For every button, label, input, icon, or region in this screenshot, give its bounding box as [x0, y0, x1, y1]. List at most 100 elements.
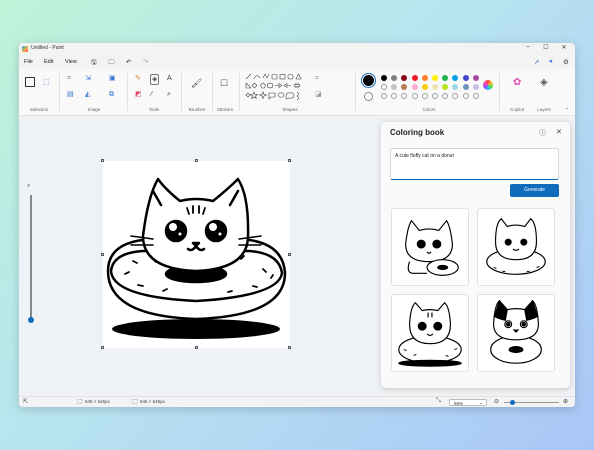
- color-swatch[interactable]: [432, 75, 438, 81]
- canvas-size: 646 × 646px: [85, 399, 110, 404]
- generate-button[interactable]: Generate: [510, 184, 559, 197]
- image-icon[interactable]: ▤: [67, 91, 74, 98]
- custom-color-slot[interactable]: [472, 93, 479, 99]
- color-swatch[interactable]: [462, 75, 469, 81]
- custom-color-slot[interactable]: [432, 93, 438, 99]
- magnifier-icon[interactable]: ⌕: [167, 91, 171, 98]
- custom-color-slot[interactable]: [411, 93, 418, 99]
- color-swatch[interactable]: [411, 75, 418, 81]
- resize-handle[interactable]: [101, 253, 104, 256]
- generated-image-1[interactable]: [391, 208, 469, 286]
- divider: [499, 73, 500, 111]
- color-swatch[interactable]: [462, 84, 469, 90]
- text-icon[interactable]: A: [167, 75, 172, 82]
- zoom-in-icon[interactable]: ⊕: [563, 398, 568, 405]
- generated-image-3[interactable]: [391, 294, 469, 372]
- maximize-icon[interactable]: ☐: [539, 44, 553, 51]
- custom-color-slot[interactable]: [442, 93, 449, 99]
- coloring-book-panel: Coloring book ⓘ ✕ A cute fluffy cat on a…: [381, 122, 570, 388]
- resize-handle[interactable]: [288, 159, 291, 162]
- color-swatch[interactable]: [452, 84, 459, 90]
- rectangle-select-icon[interactable]: [25, 77, 35, 87]
- color-swatch[interactable]: [442, 84, 449, 90]
- custom-color-slot[interactable]: [401, 93, 408, 99]
- color-swatch[interactable]: [391, 75, 398, 81]
- fit-to-window-icon[interactable]: ⤡: [436, 398, 441, 405]
- custom-color-slot[interactable]: [421, 93, 428, 99]
- resize-handle[interactable]: [195, 159, 198, 162]
- paint-icon: [22, 46, 28, 52]
- resize-handle[interactable]: [288, 253, 291, 256]
- color-swatch[interactable]: [381, 75, 387, 81]
- select-all-icon[interactable]: ⬚: [43, 79, 50, 86]
- custom-color-slot[interactable]: [452, 93, 459, 99]
- minimize-icon[interactable]: –: [521, 44, 535, 50]
- slider-thumb[interactable]: [28, 317, 34, 323]
- copilot-icon[interactable]: ✿: [513, 78, 521, 88]
- chevron-down-icon: ⌄: [478, 399, 483, 406]
- resize-handle[interactable]: [288, 346, 291, 349]
- resize-handle[interactable]: [195, 346, 198, 349]
- close-icon[interactable]: ✕: [556, 128, 562, 136]
- rotate-icon[interactable]: ◭: [85, 91, 90, 98]
- color-swatch[interactable]: [421, 75, 428, 81]
- edit-colors-icon[interactable]: [483, 80, 493, 90]
- account-icon[interactable]: ●: [549, 58, 553, 65]
- zoom-dropdown[interactable]: 69% ⌄: [449, 399, 487, 406]
- prompt-input[interactable]: A cute fluffy cat on a donut: [390, 148, 559, 180]
- color-swatch[interactable]: [432, 84, 438, 90]
- custom-color-slot[interactable]: [462, 93, 469, 99]
- generated-image-2[interactable]: [477, 208, 555, 286]
- color-picker-icon[interactable]: ⁄: [151, 91, 152, 98]
- pencil-icon[interactable]: ✎: [135, 75, 141, 82]
- open-icon[interactable]: 🗀: [108, 58, 115, 69]
- color-swatch[interactable]: [442, 75, 449, 81]
- color-swatch[interactable]: [381, 84, 387, 90]
- flip-icon[interactable]: ⧉: [109, 91, 114, 98]
- custom-color-slot[interactable]: [381, 93, 387, 99]
- drawing-canvas[interactable]: [103, 161, 290, 348]
- share-icon[interactable]: ➚: [534, 58, 539, 66]
- eraser-icon[interactable]: ◩: [135, 91, 142, 98]
- menu-edit[interactable]: Edit: [44, 59, 53, 65]
- resize-handle[interactable]: [101, 159, 104, 162]
- fill-icon[interactable]: ◈: [150, 74, 160, 85]
- color-swatch[interactable]: [421, 84, 428, 90]
- brush-icon[interactable]: 🖌: [191, 79, 202, 88]
- secondary-color[interactable]: [364, 92, 373, 101]
- shape-fill-icon[interactable]: ◪: [315, 91, 322, 98]
- crop-icon[interactable]: ⌗: [67, 75, 71, 82]
- close-icon[interactable]: ✕: [557, 44, 571, 51]
- shapes-gallery[interactable]: [245, 73, 309, 103]
- color-swatch[interactable]: [401, 75, 408, 81]
- color-swatch[interactable]: [472, 84, 479, 90]
- color-swatch[interactable]: [472, 75, 479, 81]
- sticker-icon[interactable]: ☐: [220, 79, 228, 88]
- layers-icon[interactable]: ◈: [540, 78, 548, 88]
- color-swatch[interactable]: [452, 75, 459, 81]
- gear-icon[interactable]: ⚙: [563, 58, 569, 66]
- zoom-out-icon[interactable]: ⊖: [494, 398, 499, 405]
- resize-icon[interactable]: ⇲: [85, 75, 91, 82]
- chevron-down-icon[interactable]: ⌄: [565, 106, 569, 111]
- background-remove-icon[interactable]: ▣: [109, 75, 116, 82]
- zoom-slider-thumb[interactable]: [510, 400, 515, 405]
- info-icon[interactable]: ⓘ: [539, 128, 546, 138]
- menu-view[interactable]: View: [65, 59, 77, 65]
- group-label-colors: Colors: [422, 107, 436, 112]
- outline-icon[interactable]: ⌗: [315, 75, 319, 82]
- menu-file[interactable]: File: [24, 59, 33, 65]
- group-label-selection: Selection: [29, 107, 49, 112]
- color-swatch[interactable]: [391, 84, 398, 90]
- group-label-copilot: Copilot: [509, 107, 524, 112]
- undo-icon[interactable]: ↶: [126, 58, 131, 66]
- brush-size-icon: ⌕: [27, 183, 31, 189]
- save-icon[interactable]: 🖫: [91, 58, 97, 69]
- resize-handle[interactable]: [101, 346, 104, 349]
- generated-image-4[interactable]: [477, 294, 555, 372]
- redo-icon[interactable]: ↷: [143, 58, 148, 66]
- color-swatch[interactable]: [411, 84, 418, 90]
- primary-color[interactable]: [362, 74, 375, 87]
- color-swatch[interactable]: [401, 84, 408, 90]
- custom-color-slot[interactable]: [391, 93, 398, 99]
